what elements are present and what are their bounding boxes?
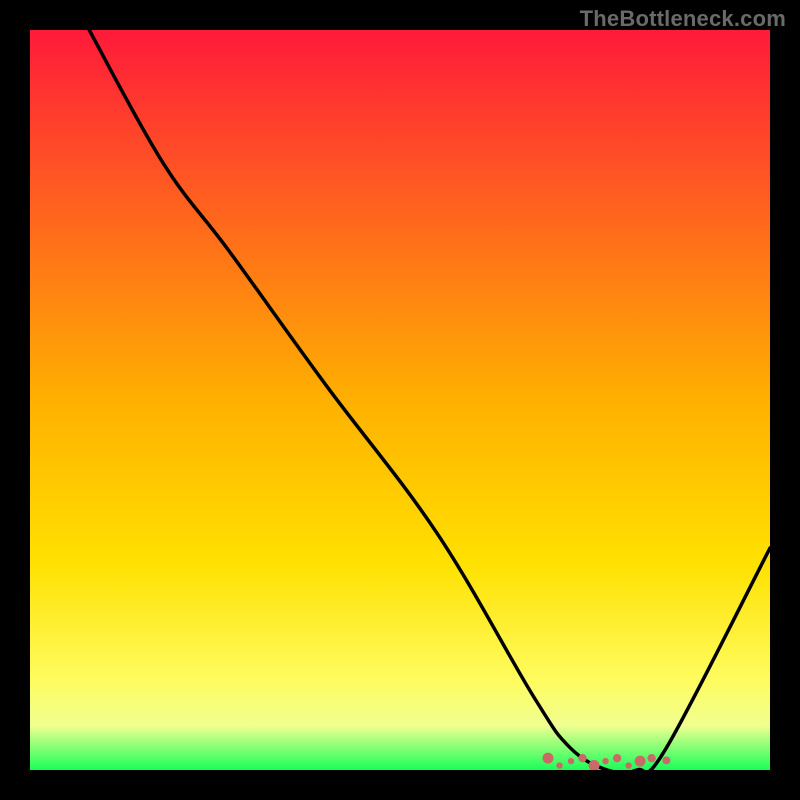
chart-svg <box>30 30 770 770</box>
watermark-source-label: TheBottleneck.com <box>580 6 786 32</box>
gradient-background <box>30 30 770 770</box>
plot-area <box>30 30 770 770</box>
chart-container: TheBottleneck.com <box>0 0 800 800</box>
